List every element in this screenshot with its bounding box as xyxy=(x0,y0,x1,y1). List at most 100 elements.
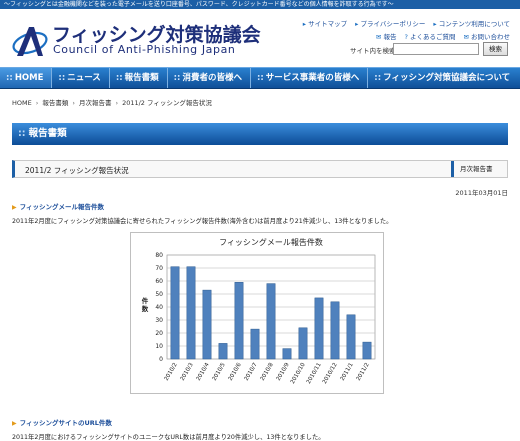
breadcrumb-current: 2011/2 フィッシング報告状況 xyxy=(122,99,212,107)
heading-mail-count: ▶ フィッシングメール報告件数 xyxy=(12,201,104,211)
x-tick-label: 2010/7 xyxy=(244,362,259,382)
privacy-policy-link[interactable]: プライバシーポリシー xyxy=(360,20,425,28)
top-notice-strip: 〜フィッシングとは金融機関などを装った電子メールを送り口座番号、パスワード、クレ… xyxy=(0,0,520,9)
y-tick-label: 60 xyxy=(155,278,163,285)
bar xyxy=(170,266,180,360)
sitemap-link[interactable]: サイトマップ xyxy=(308,20,347,28)
x-tick-label: 2010/3 xyxy=(180,362,195,382)
y-axis-label: 件数 xyxy=(142,296,149,313)
x-tick-label: 2010/5 xyxy=(212,362,227,382)
nav-home-label: HOME xyxy=(14,73,44,83)
bar xyxy=(266,283,276,360)
nav-news[interactable]: :: ニュース xyxy=(52,68,110,88)
x-tick-label: 2010/11 xyxy=(306,362,323,386)
paragraph-mail-count: 2011年2月度にフィッシング対策協議会に寄せられたフィッシング報告件数(海外含… xyxy=(12,218,393,225)
breadcrumb-reports[interactable]: 報告書類 xyxy=(42,99,68,107)
bar xyxy=(186,266,196,360)
x-tick-label: 2010/6 xyxy=(228,362,243,382)
mail-report-chart: フィッシングメール報告件数 0 10 20 30 40 50 60 70 80 件数 2010/2 20… xyxy=(130,232,384,394)
heading-url-count-text: フィッシングサイトのURL件数 xyxy=(19,419,112,427)
x-tick-label: 2010/8 xyxy=(260,362,275,382)
page-title-bar: 2011/2 フィッシング報告状況 月次報告書 xyxy=(12,160,508,178)
nav-marker-icon: :: xyxy=(115,73,123,83)
bar xyxy=(282,348,292,360)
paragraph-url-count: 2011年2月度におけるフィッシングサイトのユニークなURL数は前月度より20件… xyxy=(12,434,325,441)
y-tick-label: 0 xyxy=(159,356,163,363)
breadcrumb: HOME › 報告書類 › 月次報告書 › 2011/2 フィッシング報告状況 xyxy=(12,97,212,107)
nav-marker-icon: :: xyxy=(58,73,66,83)
nav-reports-label: 報告書類 xyxy=(124,73,159,83)
bar xyxy=(234,282,244,360)
bar xyxy=(314,297,324,360)
bullet-icon: ▸ xyxy=(302,20,307,28)
nav-providers[interactable]: :: サービス事業者の皆様へ xyxy=(251,68,369,88)
triangle-right-icon: ▶ xyxy=(12,420,17,427)
bar xyxy=(298,327,308,360)
nav-consumers-label: 消費者の皆様へ xyxy=(182,73,242,83)
main-nav: :: HOME :: ニュース :: 報告書類 :: 消費者の皆様へ :: サービス事業者… xyxy=(0,67,520,89)
category-label: 月次報告書 xyxy=(451,161,507,177)
y-tick-label: 40 xyxy=(155,304,163,311)
report-link[interactable]: 報告 xyxy=(383,33,396,41)
question-icon: ? xyxy=(404,33,408,41)
nav-reports[interactable]: :: 報告書類 xyxy=(110,68,168,88)
x-tick-label: 2010/2 xyxy=(164,362,179,382)
triangle-right-icon: ▶ xyxy=(12,204,17,211)
top-notice-text: 〜フィッシングとは金融機関などを装った電子メールを送り口座番号、パスワード、クレ… xyxy=(4,1,394,8)
chart-svg: フィッシングメール報告件数01020304050607080件数2010/2 20… xyxy=(142,237,376,386)
chevron-right-icon: › xyxy=(35,99,39,107)
nav-home[interactable]: :: HOME xyxy=(0,68,53,88)
nav-marker-icon: :: xyxy=(6,73,13,83)
nav-news-label: ニュース xyxy=(67,73,101,83)
heading-url-count: ▶ フィッシングサイトのURL件数 xyxy=(12,417,112,427)
search-button[interactable]: 検索 xyxy=(483,42,508,56)
chart-title: フィッシングメール報告件数 xyxy=(219,237,323,247)
chevron-right-icon: › xyxy=(72,99,75,107)
nav-marker-icon: :: xyxy=(256,73,264,83)
page-title: 2011/2 フィッシング報告状況 xyxy=(25,166,129,175)
bullet-icon: ▸ xyxy=(433,20,437,28)
search-label: サイト内を検索 xyxy=(350,47,396,55)
y-tick-label: 10 xyxy=(155,343,163,350)
nav-about[interactable]: :: フィッシング対策協議会について xyxy=(368,68,518,88)
publish-date: 2011年03月01日 xyxy=(455,189,508,197)
x-tick-label: 2010/9 xyxy=(276,362,291,382)
bar xyxy=(202,289,212,360)
section-marker-icon: :: xyxy=(18,128,26,139)
x-tick-label: 2010/4 xyxy=(196,362,211,382)
y-tick-label: 50 xyxy=(155,291,163,298)
faq-link[interactable]: よくあるご質問 xyxy=(410,33,456,41)
nav-marker-icon: :: xyxy=(173,73,181,83)
x-tick-label: 2010/10 xyxy=(290,362,307,386)
search-input[interactable] xyxy=(393,43,479,55)
contact-icon: ✉ xyxy=(463,33,469,41)
bar xyxy=(218,343,228,360)
chevron-right-icon: › xyxy=(115,99,119,107)
section-banner: :: 報告書類 xyxy=(12,123,508,145)
utility-links-secondary: ✉ 報告 ? よくあるご質問 ✉ お問い合わせ xyxy=(376,31,510,41)
y-tick-label: 80 xyxy=(155,252,163,259)
bullet-icon: ▸ xyxy=(355,20,359,28)
y-tick-label: 70 xyxy=(155,265,163,272)
x-tick-label: 2011/2 xyxy=(356,362,371,382)
contact-link[interactable]: お問い合わせ xyxy=(471,33,510,41)
nav-about-label: フィッシング対策協議会について xyxy=(383,73,511,83)
utility-links-primary: ▸ サイトマップ ▸ プライバシーポリシー ▸ コンテンツ利用について xyxy=(303,18,510,28)
mail-icon: ✉ xyxy=(375,33,382,41)
logo-icon[interactable] xyxy=(12,24,48,58)
nav-marker-icon: :: xyxy=(374,73,382,83)
nav-consumers[interactable]: :: 消費者の皆様へ xyxy=(168,68,251,88)
bar xyxy=(346,314,356,360)
y-tick-label: 20 xyxy=(155,330,163,337)
breadcrumb-home[interactable]: HOME xyxy=(12,99,32,107)
bar xyxy=(330,301,340,360)
x-tick-label: 2011/1 xyxy=(340,362,355,382)
nav-providers-label: サービス事業者の皆様へ xyxy=(265,73,360,83)
breadcrumb-monthly[interactable]: 月次報告書 xyxy=(79,99,112,107)
logo-title-en: Council of Anti-Phishing Japan xyxy=(53,43,236,56)
bar xyxy=(362,341,372,360)
heading-mail-count-text: フィッシングメール報告件数 xyxy=(19,203,104,211)
x-tick-label: 2010/12 xyxy=(322,362,339,385)
content-usage-link[interactable]: コンテンツ利用について xyxy=(439,20,510,28)
y-tick-label: 30 xyxy=(155,317,163,324)
